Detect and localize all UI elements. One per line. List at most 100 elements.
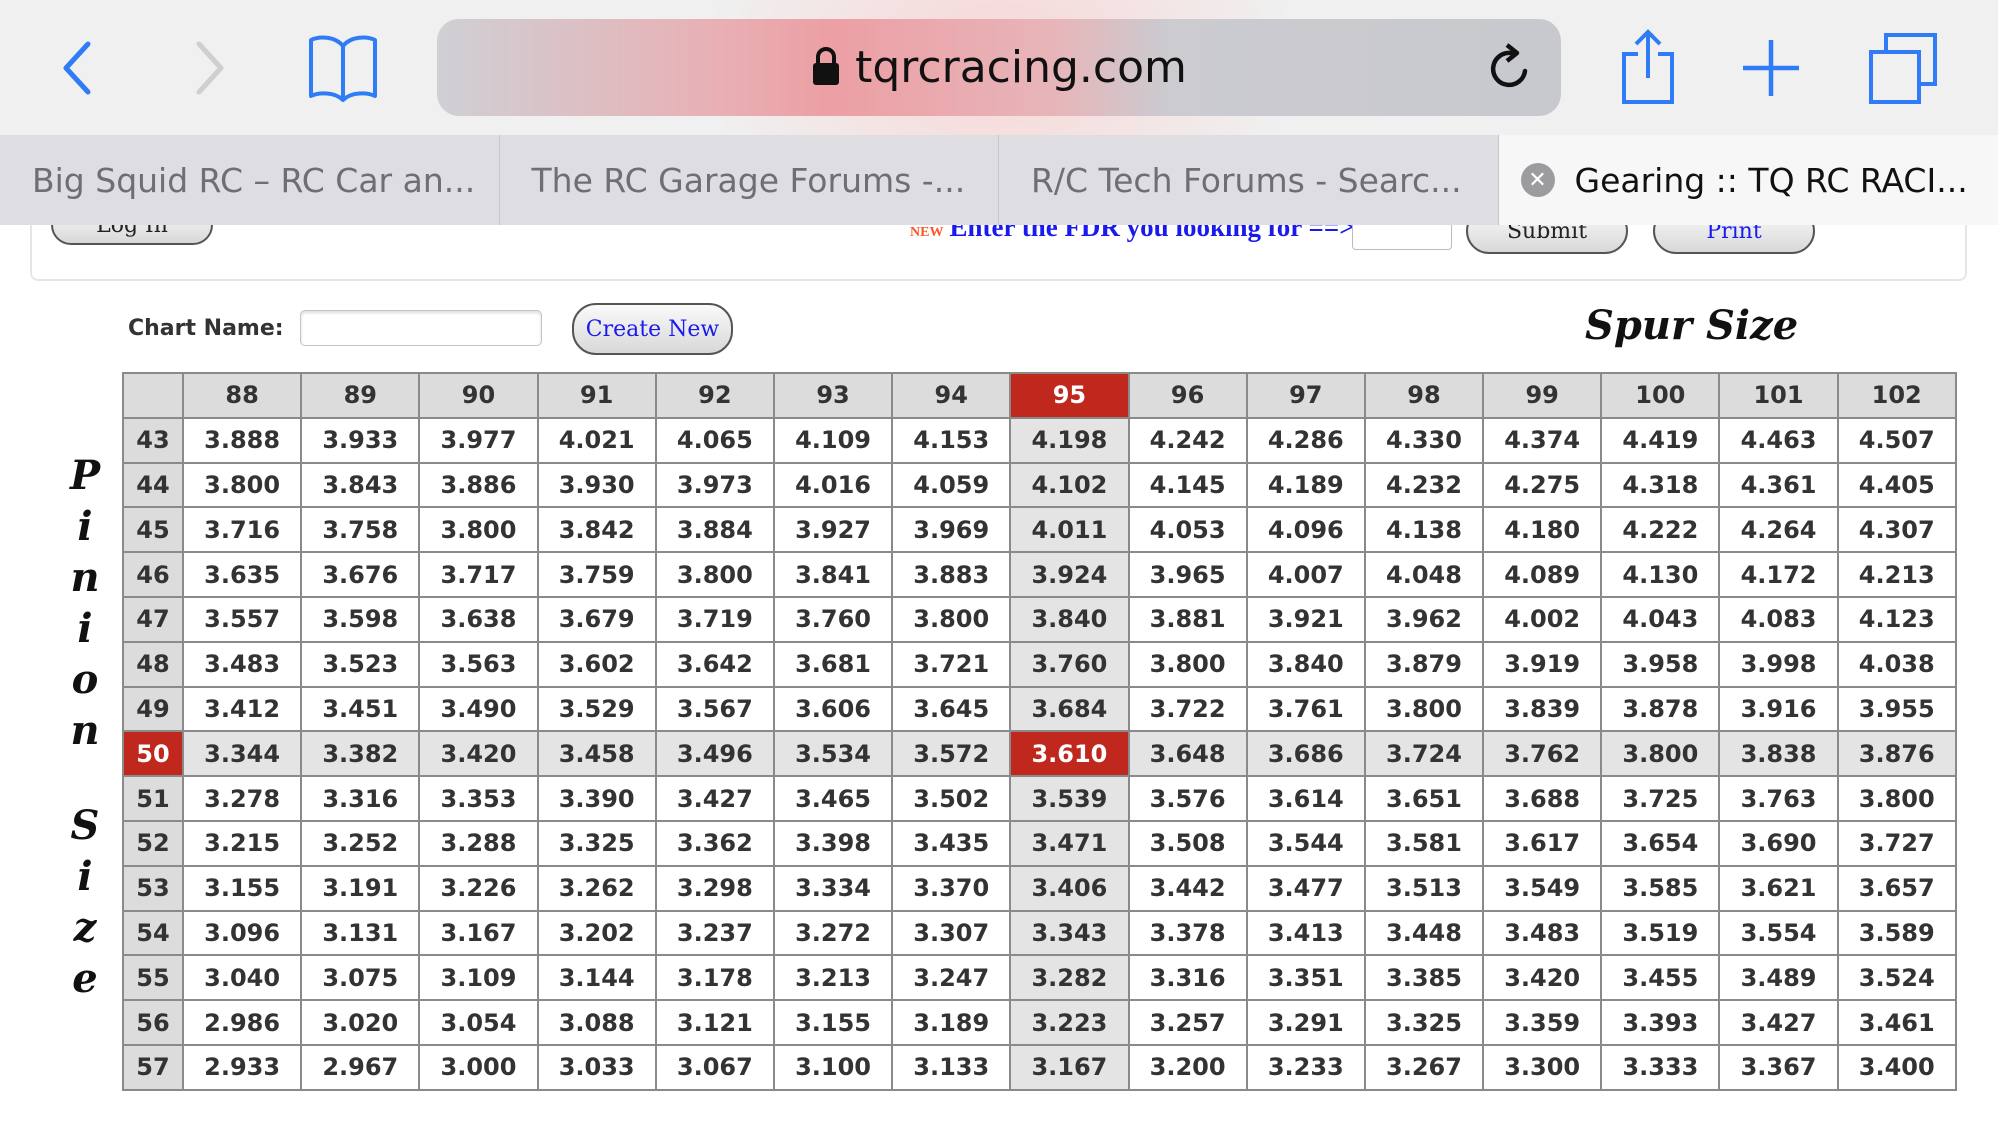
pinion-header-53[interactable]: 53: [122, 864, 184, 912]
ratio-cell[interactable]: 3.886: [418, 461, 539, 509]
ratio-cell[interactable]: 3.969: [891, 506, 1012, 554]
spur-header-88[interactable]: 88: [181, 372, 303, 419]
ratio-cell[interactable]: 3.385: [1363, 954, 1485, 1002]
new-tab-icon[interactable]: [1740, 30, 1802, 106]
ratio-cell[interactable]: 4.011: [1009, 506, 1130, 554]
ratio-cell[interactable]: 3.508: [1127, 819, 1248, 867]
ratio-cell[interactable]: 3.654: [1600, 819, 1721, 867]
ratio-cell[interactable]: 3.465: [772, 775, 894, 822]
chart-name-input[interactable]: [300, 310, 542, 346]
spur-header-102[interactable]: 102: [1836, 372, 1957, 419]
share-icon[interactable]: [1618, 26, 1678, 106]
ratio-cell[interactable]: 3.761: [1245, 685, 1366, 733]
ratio-cell[interactable]: 3.334: [772, 864, 894, 912]
ratio-cell[interactable]: 3.758: [300, 506, 421, 554]
ratio-cell[interactable]: 3.307: [891, 909, 1012, 957]
ratio-cell[interactable]: 4.145: [1127, 461, 1248, 509]
ratio-cell[interactable]: 3.420: [1482, 954, 1603, 1002]
ratio-cell[interactable]: 3.144: [536, 954, 657, 1002]
ratio-cell[interactable]: 2.986: [181, 999, 303, 1046]
ratio-cell[interactable]: 3.927: [772, 506, 894, 554]
ratio-cell[interactable]: 4.053: [1127, 506, 1248, 554]
ratio-cell[interactable]: 3.461: [1836, 999, 1957, 1046]
ratio-cell[interactable]: 3.455: [1600, 954, 1721, 1002]
ratio-cell[interactable]: 3.215: [181, 819, 303, 867]
ratio-cell[interactable]: 3.167: [1009, 1043, 1130, 1091]
close-tab-icon[interactable]: ✕: [1520, 163, 1555, 197]
pinion-header-48[interactable]: 48: [122, 640, 184, 688]
spur-header-100[interactable]: 100: [1600, 372, 1721, 419]
ratio-cell[interactable]: 3.635: [181, 551, 303, 598]
ratio-cell[interactable]: 3.800: [418, 506, 539, 554]
ratio-cell[interactable]: 3.576: [1127, 775, 1248, 822]
ratio-cell[interactable]: 3.390: [536, 775, 657, 822]
ratio-cell[interactable]: 3.400: [1836, 1043, 1957, 1091]
ratio-cell[interactable]: 3.998: [1718, 640, 1839, 688]
ratio-cell[interactable]: 3.716: [181, 506, 303, 554]
ratio-cell[interactable]: 3.800: [1836, 775, 1957, 822]
ratio-cell[interactable]: 3.133: [891, 1043, 1012, 1091]
ratio-cell[interactable]: 4.096: [1245, 506, 1366, 554]
ratio-cell[interactable]: 3.800: [1127, 640, 1248, 688]
ratio-cell[interactable]: 3.544: [1245, 819, 1366, 867]
ratio-cell[interactable]: 4.330: [1363, 416, 1485, 464]
ratio-cell[interactable]: 3.684: [1009, 685, 1130, 733]
ratio-cell[interactable]: 4.083: [1718, 595, 1839, 643]
ratio-cell[interactable]: 3.554: [1718, 909, 1839, 957]
ratio-cell[interactable]: 3.519: [1600, 909, 1721, 957]
ratio-cell[interactable]: 4.307: [1836, 506, 1957, 554]
ratio-cell[interactable]: 3.191: [300, 864, 421, 912]
pinion-header-47[interactable]: 47: [122, 595, 184, 643]
ratio-cell[interactable]: 3.398: [772, 819, 894, 867]
ratio-cell[interactable]: 3.442: [1127, 864, 1248, 912]
ratio-cell[interactable]: 3.427: [654, 775, 775, 822]
ratio-cell[interactable]: 3.288: [418, 819, 539, 867]
ratio-cell[interactable]: 3.155: [181, 864, 303, 912]
ratio-cell[interactable]: 3.167: [418, 909, 539, 957]
ratio-cell[interactable]: 4.153: [891, 416, 1012, 464]
ratio-cell[interactable]: 3.924: [1009, 551, 1130, 598]
ratio-cell[interactable]: 3.413: [1245, 909, 1366, 957]
ratio-cell[interactable]: 4.213: [1836, 551, 1957, 598]
ratio-cell[interactable]: 3.067: [654, 1043, 775, 1091]
ratio-cell[interactable]: 3.842: [536, 506, 657, 554]
ratio-cell[interactable]: 3.681: [772, 640, 894, 688]
ratio-cell[interactable]: 3.916: [1718, 685, 1839, 733]
ratio-cell[interactable]: 3.178: [654, 954, 775, 1002]
ratio-cell[interactable]: 4.130: [1600, 551, 1721, 598]
spur-header-96[interactable]: 96: [1127, 372, 1248, 419]
ratio-cell[interactable]: 3.572: [891, 730, 1012, 778]
ratio-cell[interactable]: 3.840: [1009, 595, 1130, 643]
ratio-cell[interactable]: 3.690: [1718, 819, 1839, 867]
ratio-cell[interactable]: 3.585: [1600, 864, 1721, 912]
ratio-cell[interactable]: 3.483: [1482, 909, 1603, 957]
ratio-cell[interactable]: 3.933: [300, 416, 421, 464]
ratio-cell[interactable]: 3.524: [1836, 954, 1957, 1002]
ratio-cell[interactable]: 3.202: [536, 909, 657, 957]
ratio-cell[interactable]: 3.955: [1836, 685, 1957, 733]
ratio-cell[interactable]: 2.933: [181, 1043, 303, 1091]
ratio-cell[interactable]: 3.800: [1363, 685, 1485, 733]
tab-rc-garage[interactable]: The RC Garage Forums -...: [499, 135, 999, 225]
ratio-cell[interactable]: 3.921: [1245, 595, 1366, 643]
ratio-cell[interactable]: 3.189: [891, 999, 1012, 1046]
ratio-cell[interactable]: 4.275: [1482, 461, 1603, 509]
spur-header-94[interactable]: 94: [891, 372, 1012, 419]
ratio-cell[interactable]: 4.507: [1836, 416, 1957, 464]
ratio-cell[interactable]: 3.333: [1600, 1043, 1721, 1091]
ratio-cell[interactable]: 3.262: [536, 864, 657, 912]
ratio-cell[interactable]: 4.109: [772, 416, 894, 464]
tabs-icon[interactable]: [1867, 28, 1939, 108]
ratio-cell[interactable]: 4.232: [1363, 461, 1485, 509]
ratio-cell[interactable]: 3.602: [536, 640, 657, 688]
forward-icon[interactable]: [185, 30, 235, 106]
ratio-cell[interactable]: 3.121: [654, 999, 775, 1046]
ratio-cell[interactable]: 3.353: [418, 775, 539, 822]
ratio-cell[interactable]: 3.888: [181, 416, 303, 464]
ratio-cell[interactable]: 3.881: [1127, 595, 1248, 643]
spur-header-93[interactable]: 93: [772, 372, 894, 419]
ratio-cell[interactable]: 3.724: [1363, 730, 1485, 778]
ratio-cell[interactable]: 3.040: [181, 954, 303, 1002]
ratio-cell[interactable]: 3.679: [536, 595, 657, 643]
ratio-cell[interactable]: 3.483: [181, 640, 303, 688]
